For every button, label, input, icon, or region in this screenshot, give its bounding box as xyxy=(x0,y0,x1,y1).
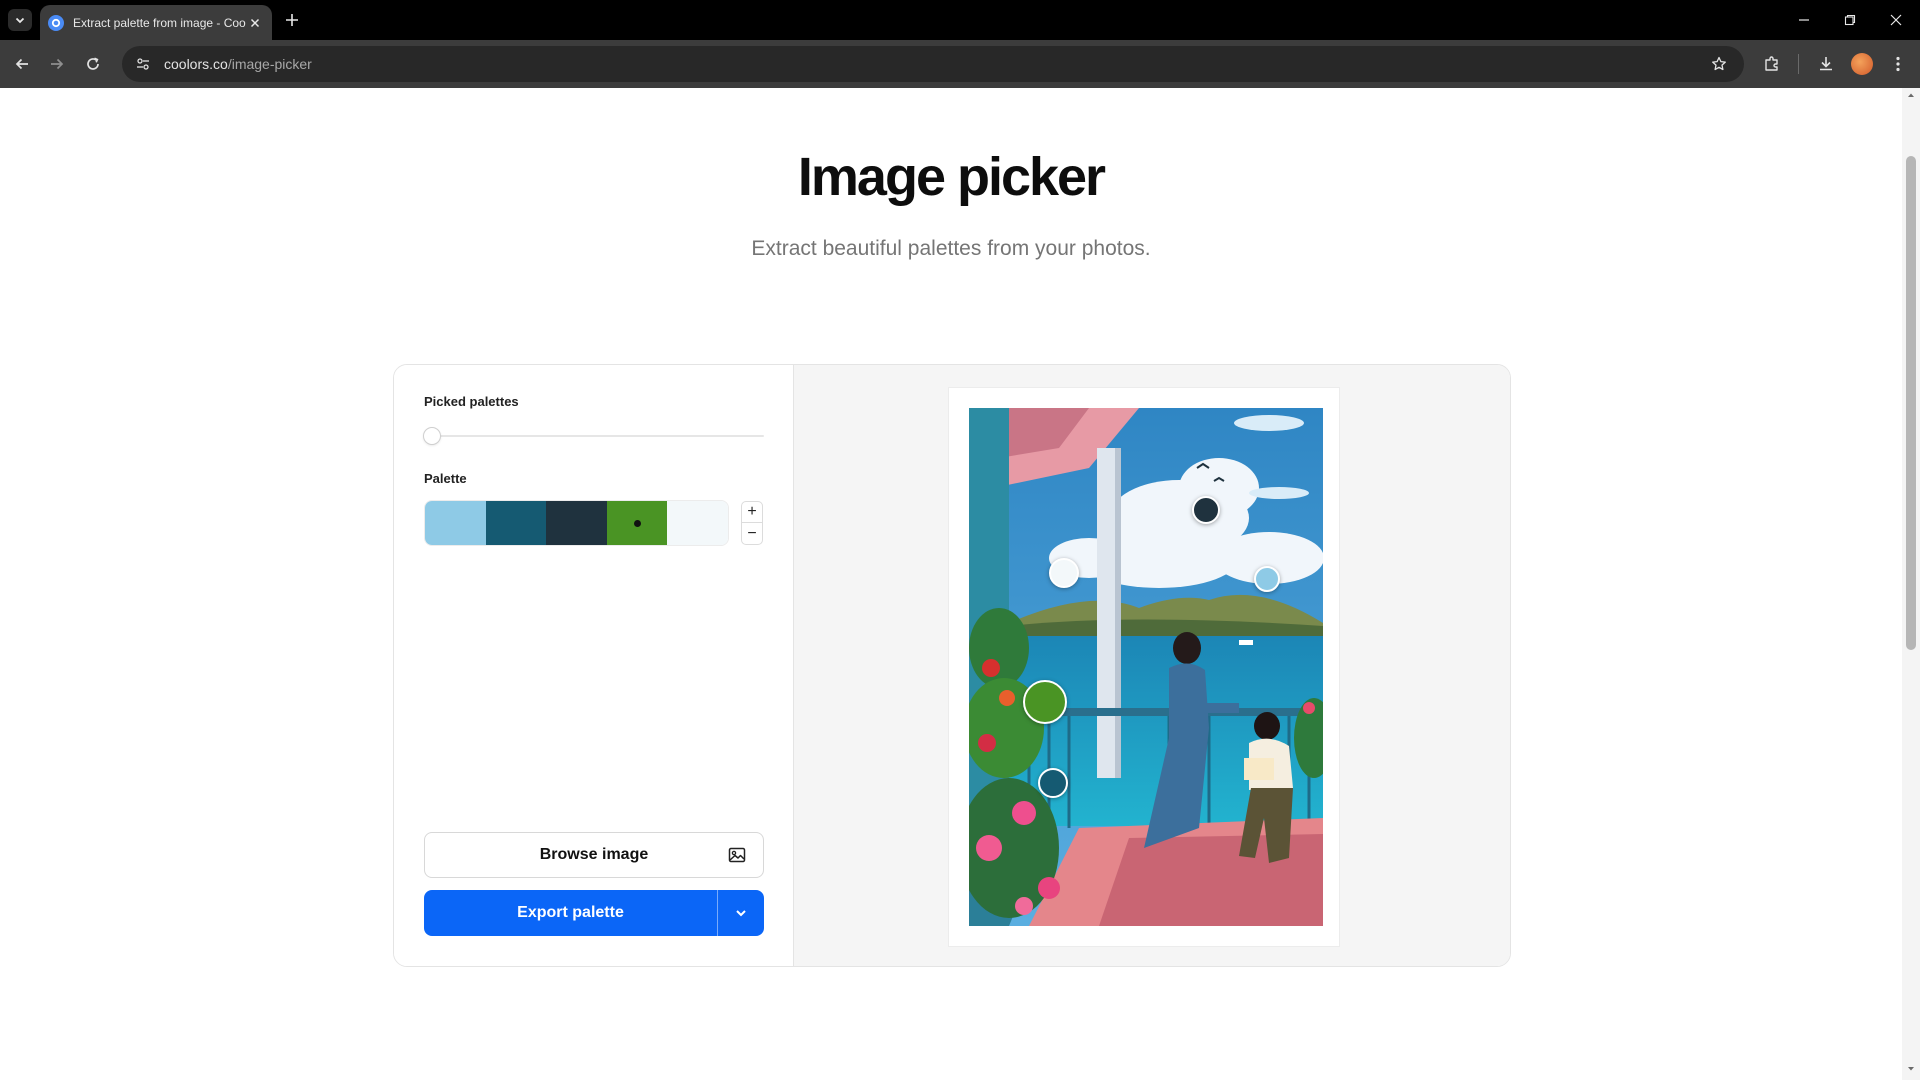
puzzle-icon xyxy=(1765,56,1778,71)
page-subtitle: Extract beautiful palettes from your pho… xyxy=(751,237,1151,260)
export-palette-button-group: Export palette xyxy=(424,890,764,936)
color-picker-marker[interactable] xyxy=(1023,680,1067,724)
url-domain: coolors.co xyxy=(164,56,228,72)
chevron-down-icon xyxy=(736,910,746,917)
minimize-icon xyxy=(1799,19,1809,21)
new-tab-button[interactable] xyxy=(280,9,304,31)
reload-icon xyxy=(87,57,99,70)
back-button[interactable] xyxy=(10,52,34,76)
palette-swatch[interactable] xyxy=(667,501,728,545)
color-count-stepper: + − xyxy=(741,501,763,545)
uploaded-image xyxy=(969,408,1323,926)
export-options-dropdown[interactable] xyxy=(718,890,764,936)
kebab-menu-icon xyxy=(1896,56,1900,72)
tune-icon xyxy=(137,58,149,70)
close-icon xyxy=(250,18,260,27)
remove-color-button[interactable]: − xyxy=(741,523,763,545)
restore-icon xyxy=(1844,14,1856,26)
browse-image-label: Browse image xyxy=(539,846,649,863)
browser-menu-button[interactable] xyxy=(1886,52,1910,76)
address-bar[interactable]: coolors.co/image-picker xyxy=(122,46,1744,82)
extensions-button[interactable] xyxy=(1760,52,1784,76)
palette-swatch[interactable] xyxy=(485,501,547,545)
downloads-button[interactable] xyxy=(1814,52,1838,76)
palette-swatch[interactable] xyxy=(425,501,486,545)
scrollbar-thumb[interactable] xyxy=(1906,156,1916,650)
scroll-up-icon[interactable] xyxy=(1906,90,1916,100)
tab-list-button[interactable] xyxy=(8,9,32,31)
profile-avatar[interactable] xyxy=(1851,53,1873,75)
browser-toolbar: coolors.co/image-picker xyxy=(0,40,1920,88)
close-window-button[interactable] xyxy=(1873,6,1919,34)
bookmark-button[interactable] xyxy=(1708,53,1730,75)
close-icon xyxy=(1890,14,1902,26)
picked-palettes-label: Picked palettes xyxy=(424,394,519,409)
image-icon xyxy=(728,847,746,863)
color-picker-marker[interactable] xyxy=(1049,558,1079,588)
reload-button[interactable] xyxy=(81,52,105,76)
picked-palettes-slider-knob[interactable] xyxy=(423,427,441,445)
chevron-down-icon xyxy=(15,17,25,24)
page-title: Image picker xyxy=(797,147,1106,207)
forward-button[interactable] xyxy=(45,52,69,76)
download-icon xyxy=(1820,57,1832,71)
star-icon xyxy=(1712,56,1726,71)
browser-tab[interactable]: Extract palette from image - Coolors xyxy=(40,5,272,40)
palette-swatches xyxy=(424,500,729,546)
tab-title: Extract palette from image - Coolors xyxy=(73,15,246,30)
close-tab-button[interactable] xyxy=(246,14,264,32)
browse-image-button[interactable]: Browse image xyxy=(424,832,764,878)
add-color-button[interactable]: + xyxy=(741,501,763,523)
forward-arrow-icon xyxy=(51,58,64,70)
url-text: coolors.co/image-picker xyxy=(164,56,312,72)
color-picker-marker[interactable] xyxy=(1192,496,1220,524)
palette-swatch[interactable] xyxy=(546,501,607,545)
color-picker-marker[interactable] xyxy=(1038,768,1068,798)
palette-swatch[interactable] xyxy=(606,501,668,545)
url-path: /image-picker xyxy=(227,56,312,72)
image-frame xyxy=(948,387,1340,947)
picked-palettes-slider-track[interactable] xyxy=(432,435,764,437)
image-illustration xyxy=(969,408,1323,926)
palette-sidebar: Picked palettes Palette + − Browse image… xyxy=(394,365,794,966)
page-scrollbar[interactable] xyxy=(1902,88,1920,1080)
selected-swatch-dot xyxy=(633,519,641,527)
browser-tab-strip: Extract palette from image - Coolors xyxy=(0,0,1920,40)
plus-icon xyxy=(286,14,298,26)
minimize-window-button[interactable] xyxy=(1781,6,1827,34)
toolbar-separator xyxy=(1798,54,1799,74)
palette-label: Palette xyxy=(424,471,467,486)
restore-window-button[interactable] xyxy=(1827,6,1873,34)
image-picker-card: Picked palettes Palette + − Browse image… xyxy=(393,364,1511,967)
export-palette-button[interactable]: Export palette xyxy=(424,890,718,936)
color-picker-marker[interactable] xyxy=(1254,566,1280,592)
site-info-button[interactable] xyxy=(132,53,154,75)
back-arrow-icon xyxy=(15,58,28,70)
scroll-down-icon[interactable] xyxy=(1906,1064,1916,1074)
image-preview-area xyxy=(794,365,1510,966)
coolors-favicon-icon xyxy=(48,14,64,31)
